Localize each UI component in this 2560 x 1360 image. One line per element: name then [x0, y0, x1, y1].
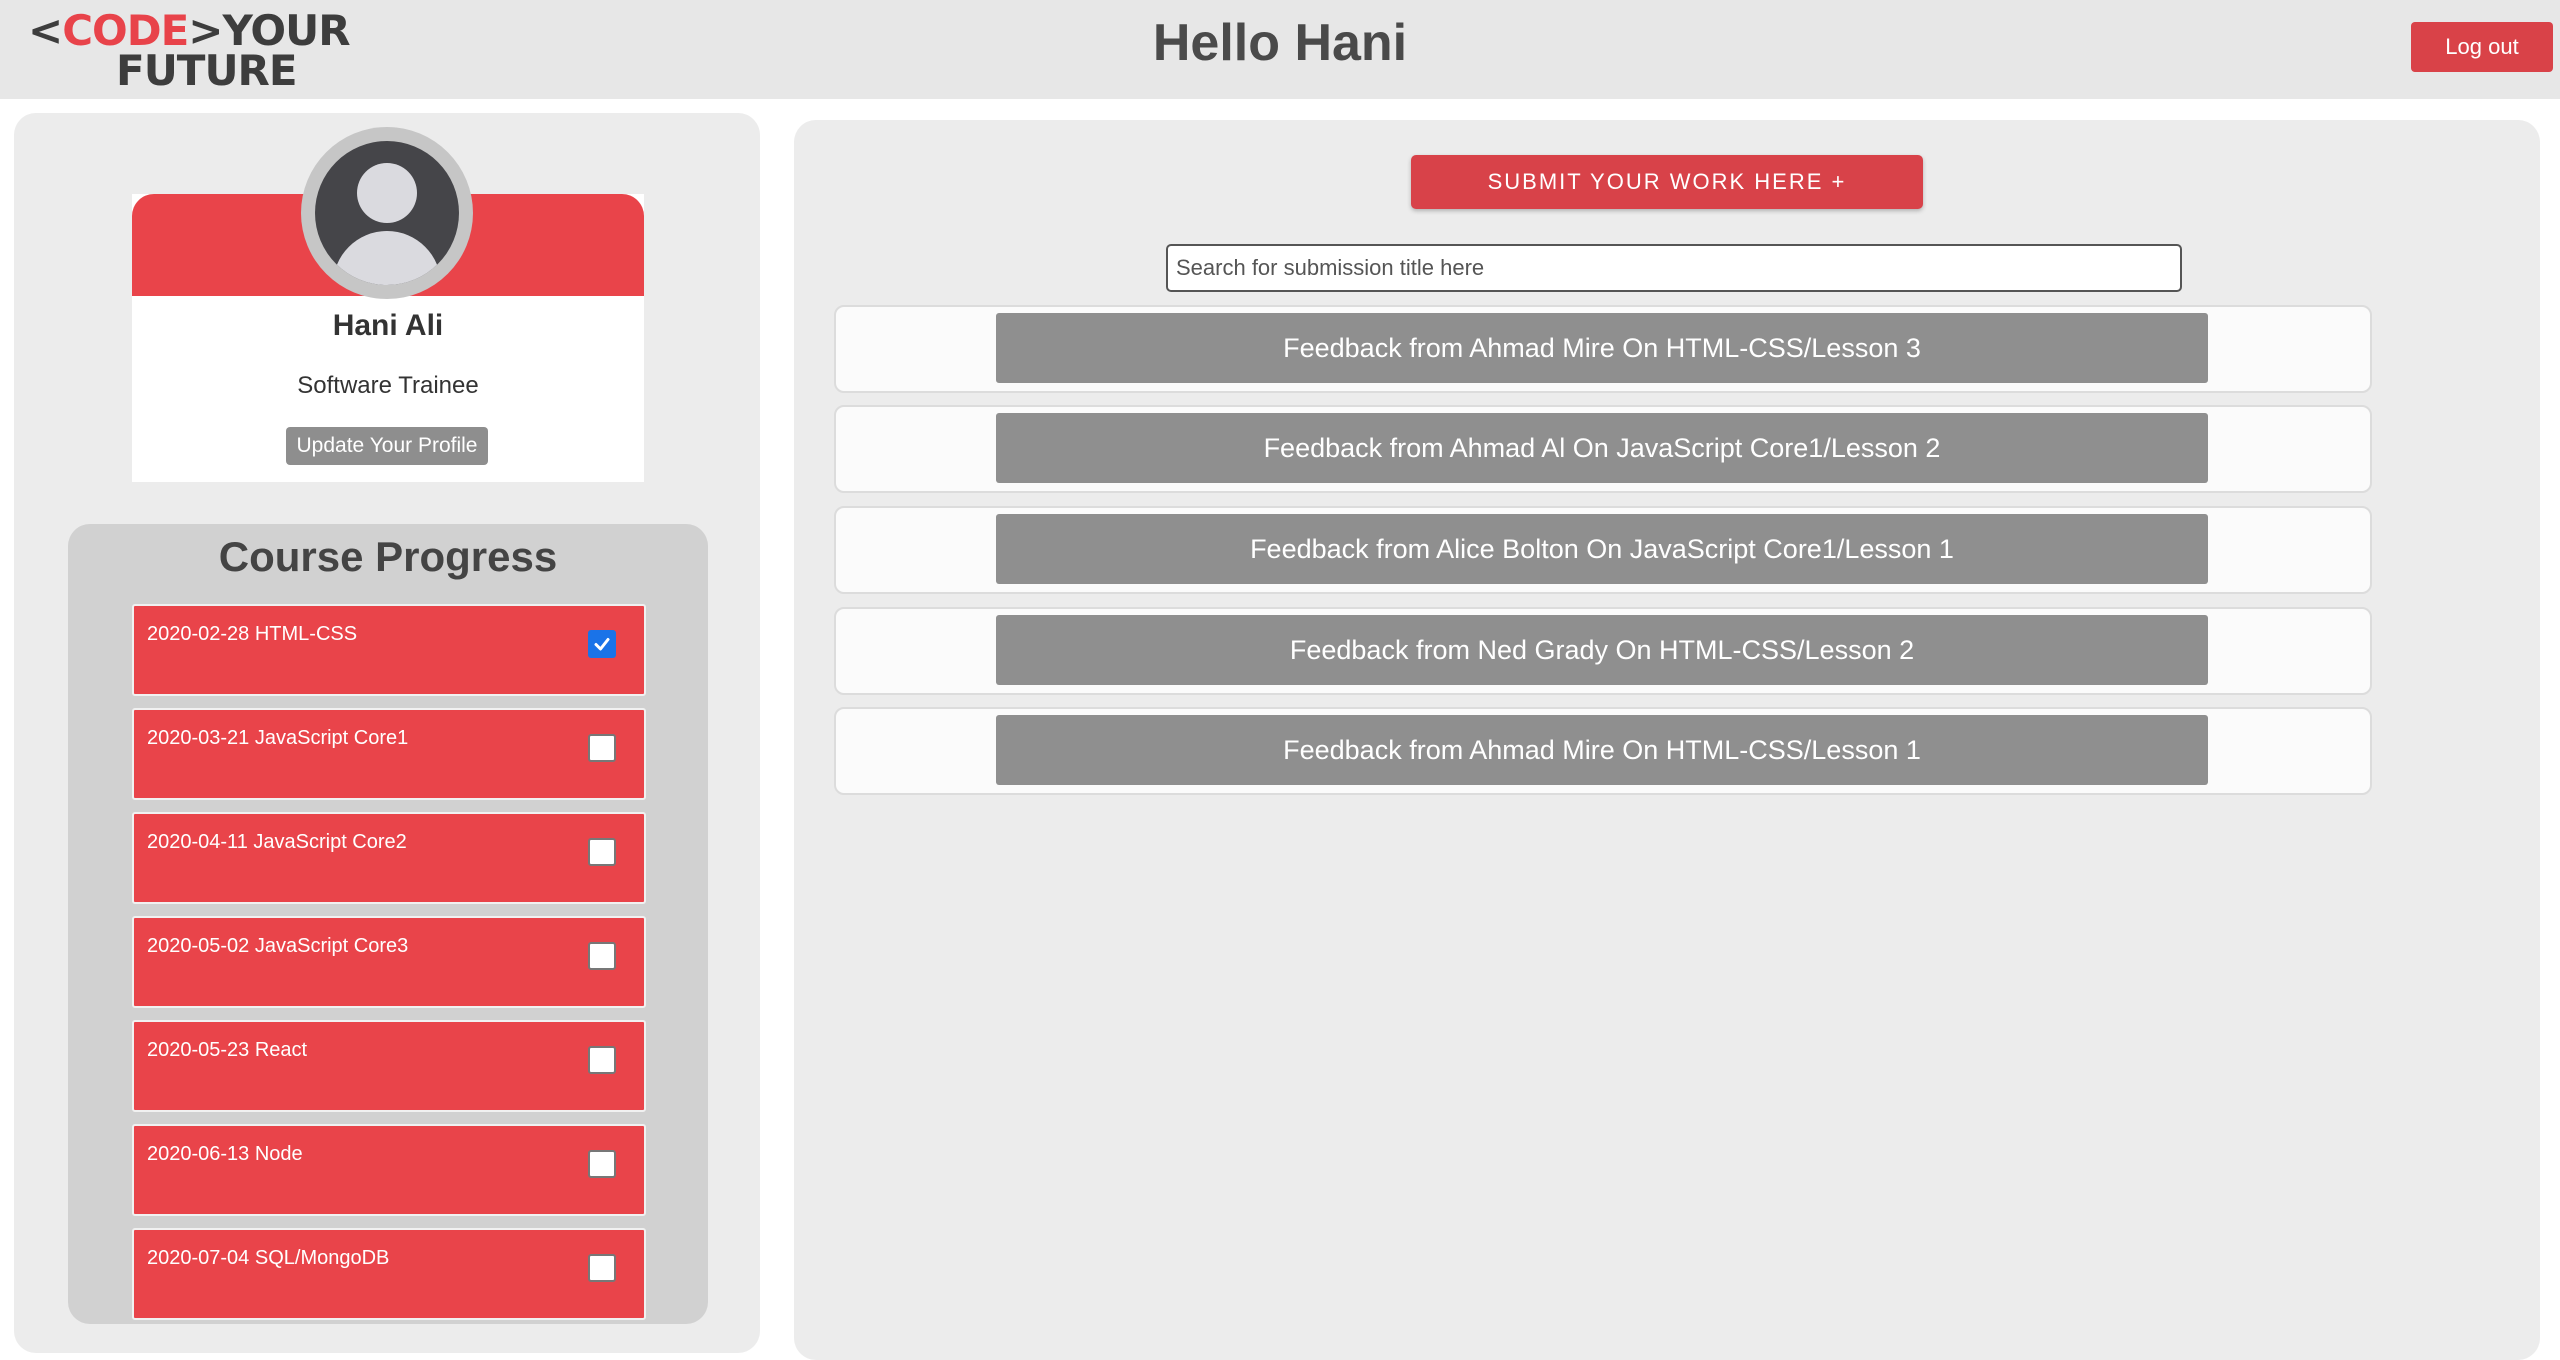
course-item: 2020-02-28 HTML-CSS: [132, 604, 646, 696]
submit-work-button[interactable]: SUBMIT YOUR WORK HERE +: [1411, 155, 1923, 209]
feedback-link[interactable]: Feedback from Ahmad Mire On HTML-CSS/Les…: [996, 313, 2208, 383]
avatar-body: [333, 231, 441, 285]
course-checkbox[interactable]: [588, 1046, 616, 1074]
course-label: 2020-05-23 React: [147, 1039, 308, 1061]
profile-name: Hani Ali: [332, 309, 444, 342]
course-checkbox[interactable]: [588, 1150, 616, 1178]
feedback-card: Feedback from Alice Bolton On JavaScript…: [834, 506, 2372, 594]
course-label: 2020-02-28 HTML-CSS: [147, 623, 358, 645]
course-label: 2020-04-11 JavaScript Core2: [147, 831, 407, 853]
course-label: 2020-06-13 Node: [147, 1143, 303, 1165]
feedback-card: Feedback from Ned Grady On HTML-CSS/Less…: [834, 607, 2372, 695]
course-item: 2020-07-04 SQL/MongoDB: [132, 1228, 646, 1320]
course-item: 2020-05-23 React: [132, 1020, 646, 1112]
logout-button[interactable]: Log out: [2411, 22, 2553, 72]
avatar: [315, 141, 459, 285]
feedback-link[interactable]: Feedback from Ahmad Mire On HTML-CSS/Les…: [996, 715, 2208, 785]
feedback-card: Feedback from Ahmad Al On JavaScript Cor…: [834, 405, 2372, 493]
course-progress-title: Course Progress: [218, 533, 558, 580]
feedback-link[interactable]: Feedback from Alice Bolton On JavaScript…: [996, 514, 2208, 584]
feedback-card: Feedback from Ahmad Mire On HTML-CSS/Les…: [834, 707, 2372, 795]
course-item: 2020-03-21 JavaScript Core1: [132, 708, 646, 800]
feedback-link[interactable]: Feedback from Ned Grady On HTML-CSS/Less…: [996, 615, 2208, 685]
course-checkbox[interactable]: [588, 734, 616, 762]
course-checkbox[interactable]: [588, 942, 616, 970]
submission-search-input[interactable]: [1166, 244, 2182, 292]
update-profile-button[interactable]: Update Your Profile: [286, 427, 488, 465]
top-bar: <CODE>YOUR FUTURE Hello Hani Log out: [0, 0, 2560, 99]
course-checkbox[interactable]: [588, 1254, 616, 1282]
course-item: 2020-06-13 Node: [132, 1124, 646, 1216]
course-label: 2020-07-04 SQL/MongoDB: [147, 1247, 390, 1269]
course-label: 2020-03-21 JavaScript Core1: [147, 727, 409, 749]
avatar-head: [357, 163, 417, 223]
feedback-card: Feedback from Ahmad Mire On HTML-CSS/Les…: [834, 305, 2372, 393]
profile-role: Software Trainee: [297, 372, 479, 399]
course-checkbox[interactable]: [588, 838, 616, 866]
course-item: 2020-04-11 JavaScript Core2: [132, 812, 646, 904]
course-checkbox[interactable]: [588, 630, 616, 658]
course-label: 2020-05-02 JavaScript Core3: [147, 935, 409, 957]
course-item: 2020-05-02 JavaScript Core3: [132, 916, 646, 1008]
greeting-title: Hello Hani: [1152, 14, 1408, 72]
feedback-link[interactable]: Feedback from Ahmad Al On JavaScript Cor…: [996, 413, 2208, 483]
